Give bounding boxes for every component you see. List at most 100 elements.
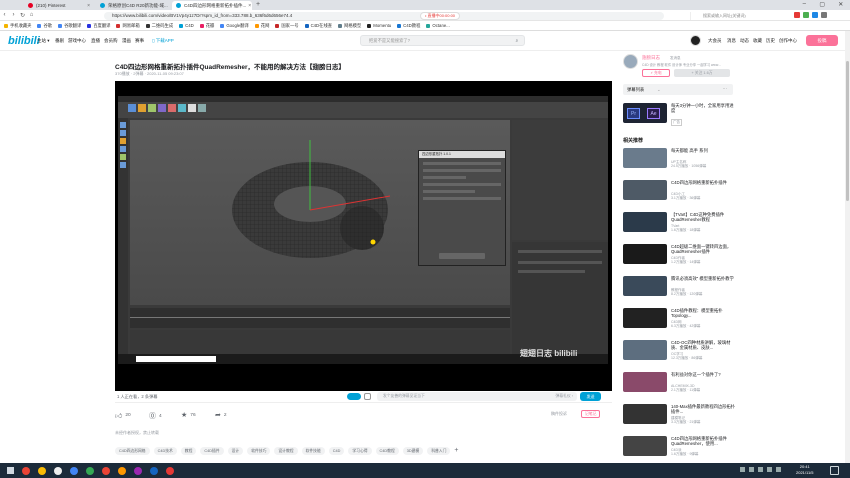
app-icon[interactable] [52,465,64,477]
nav-item-anime[interactable]: 番剧 [55,38,64,44]
report-link[interactable]: 稿件投诉 [551,411,567,417]
tray-icon[interactable] [749,467,754,472]
maximize-icon[interactable]: ▢ [819,1,825,9]
nav-history[interactable]: 历史 [766,38,775,44]
start-icon[interactable] [4,465,16,477]
nav-messages[interactable]: 消息 [727,38,736,44]
bookmark-item[interactable]: Octane... [426,23,450,28]
extension-icon[interactable] [803,12,809,18]
extension-icon[interactable] [794,12,800,18]
recommend-item[interactable]: 140-Max插件最新教程四边形拓扑插件... 建模笔记 3.3万播放 · 21… [623,404,735,424]
live-status-pill[interactable]: • 直播中00:00:00 [420,11,460,20]
upload-button[interactable]: 投稿 [806,35,838,46]
like-button[interactable]: 👍︎ 20 [115,411,131,420]
charge-button[interactable]: ⚡ 充电 [642,69,670,77]
bookmark-item[interactable]: 网易邮箱 [116,23,140,29]
tray-icon[interactable] [776,467,781,472]
recommend-item[interactable]: 腾讯必须高效“ 模型重新拓扑教学 教程作者 8.2万播放 · 120弹幕 [623,276,734,296]
back-icon[interactable]: ‹ [0,12,9,18]
search-icon[interactable] [20,465,32,477]
follow-button[interactable]: + 关注 1.6万 [674,69,730,77]
reload-icon[interactable]: ↻ [18,12,27,19]
favorite-button[interactable]: ★ 76 [181,411,196,419]
bookmark-item[interactable]: Momentu [367,23,391,28]
browser-tab-active[interactable]: C4D四边形网格重新拓扑插件... × [172,1,252,10]
tag-item[interactable]: C4D教程 [375,447,399,455]
quadremesher-dialog[interactable]: 四边形重拓扑 1.0.1 [418,150,506,266]
bookmark-item[interactable]: 花网 [254,23,269,29]
nav-dynamic[interactable]: 动态 [740,38,749,44]
bookmark-item[interactable]: 网格模型 [338,23,361,29]
nav-item-manga[interactable]: 漫画 [122,38,131,44]
bookmark-item[interactable]: Google翻译 [220,23,249,29]
minimize-icon[interactable]: – [803,1,806,9]
danmaku-toggle[interactable] [347,393,361,400]
share-button[interactable]: ➦ 2 [215,411,227,419]
bookmark-item[interactable]: 百度翻译 [87,23,110,29]
url-bar[interactable]: https://www.bilibili.com/video/BV1Vp4y1z… [104,11,664,20]
close-tab-icon[interactable]: × [85,3,90,9]
right-search-box[interactable]: 搜索或输入网址(关键词) [690,11,790,20]
tag-item[interactable]: C4D [328,447,345,455]
more-icon[interactable]: ⋯ [723,86,728,92]
forward-icon[interactable]: › [9,12,18,18]
tray-icon[interactable] [758,467,763,472]
chrome-icon[interactable] [36,465,48,477]
tray-icon[interactable] [767,467,772,472]
home-icon[interactable]: ⌂ [27,12,36,18]
recommend-item[interactable]: 【TVart】C4D这种免费插件QuadRemesher教程 TVart 1.6… [623,212,733,232]
bookmark-item[interactable]: 手机收藏夹 [4,23,31,29]
tray-icon[interactable] [740,467,745,472]
nav-favorites[interactable]: 收藏 [753,38,762,44]
page-scrollbar[interactable] [845,31,850,463]
nav-item-download-app[interactable]: ▯ 下载APP [152,38,174,44]
up-avatar[interactable] [623,54,638,69]
app-icon[interactable] [132,465,144,477]
menu-icon[interactable] [821,12,827,18]
extension-icon[interactable] [812,12,818,18]
send-message-link[interactable]: 发消息 [670,56,681,61]
nav-item-esports[interactable]: 赛事 [135,38,144,44]
browser-tab[interactable]: (210) Pinterest × [24,1,94,10]
notes-button[interactable]: 记笔记 [581,410,601,418]
app-icon[interactable] [68,465,80,477]
tag-item[interactable]: 学习心得 [348,447,372,455]
recommend-item[interactable]: C4D四边形网格重新拓扑插件 C4D小工 3.1万播放 · 36弹幕 [623,180,733,200]
recommend-item[interactable]: 每天都能 高手 系列 UP主名称 24.5万播放 · 1056弹幕 [623,148,733,168]
bookmark-item[interactable]: 国家一号 [275,23,299,29]
nav-creator-center[interactable]: 创作中心 [779,38,797,44]
ad-card[interactable]: Pr Ae 每天3分钟一小时，全家用享用进度 广告 [623,103,734,126]
clock[interactable]: 20:41 2021/11/5 [796,464,814,476]
danmaku-input[interactable]: 发个友善的弹幕见证当下 弹幕礼仪 › [377,392,577,401]
nav-item-main[interactable]: 主站 ▾ [37,38,50,44]
scrollbar-thumb[interactable] [846,61,849,201]
recommend-item[interactable]: C4D四边形网格重新拓扑插件QuadRemesher，使用... C4D派 1.… [623,436,733,456]
nav-item-games[interactable]: 游戏中心 [68,38,86,44]
close-tab-icon[interactable]: × [168,3,171,9]
tag-item[interactable]: 设计教程 [274,447,298,455]
recommend-item[interactable]: C4D插件教程：模型重拓扑 Topology... C4D网 6.3万播放 · … [623,308,733,328]
bilibili-logo[interactable]: bilibili [8,35,40,47]
tag-item[interactable]: 软件技能 [301,447,325,455]
browser-tab[interactable]: 荣格原创C4D R20新功能-域... × [96,1,170,10]
tag-item[interactable]: C4D技术 [153,447,177,455]
bookmark-item[interactable]: C4D [179,23,194,28]
tag-item[interactable]: C4D插件 [200,447,224,455]
app-icon[interactable] [116,465,128,477]
tag-item[interactable]: 软件技巧 [247,447,271,455]
up-name[interactable]: 翅膀日志 [642,55,660,61]
add-tag-icon[interactable]: + [454,447,458,456]
close-tab-icon[interactable]: × [246,3,251,9]
c4d-icon[interactable] [148,465,160,477]
user-avatar[interactable] [690,35,701,46]
app-icon[interactable] [100,465,112,477]
nav-vip[interactable]: 大会员 [708,38,722,44]
recommend-item[interactable]: C4D超级二维面一键转四边面，QuadRemesher插件 C4D作者 1.2万… [623,244,733,264]
danmaku-etiquette-link[interactable]: 弹幕礼仪 › [555,392,573,401]
bookmark-item[interactable]: 二维码生成 [145,23,173,29]
notification-icon[interactable] [830,466,839,475]
bookmark-item[interactable]: 谷歌翻译 [58,23,81,29]
app-icon[interactable] [84,465,96,477]
bookmark-item[interactable]: C4D在线查 [304,23,332,29]
app-icon[interactable] [164,465,176,477]
